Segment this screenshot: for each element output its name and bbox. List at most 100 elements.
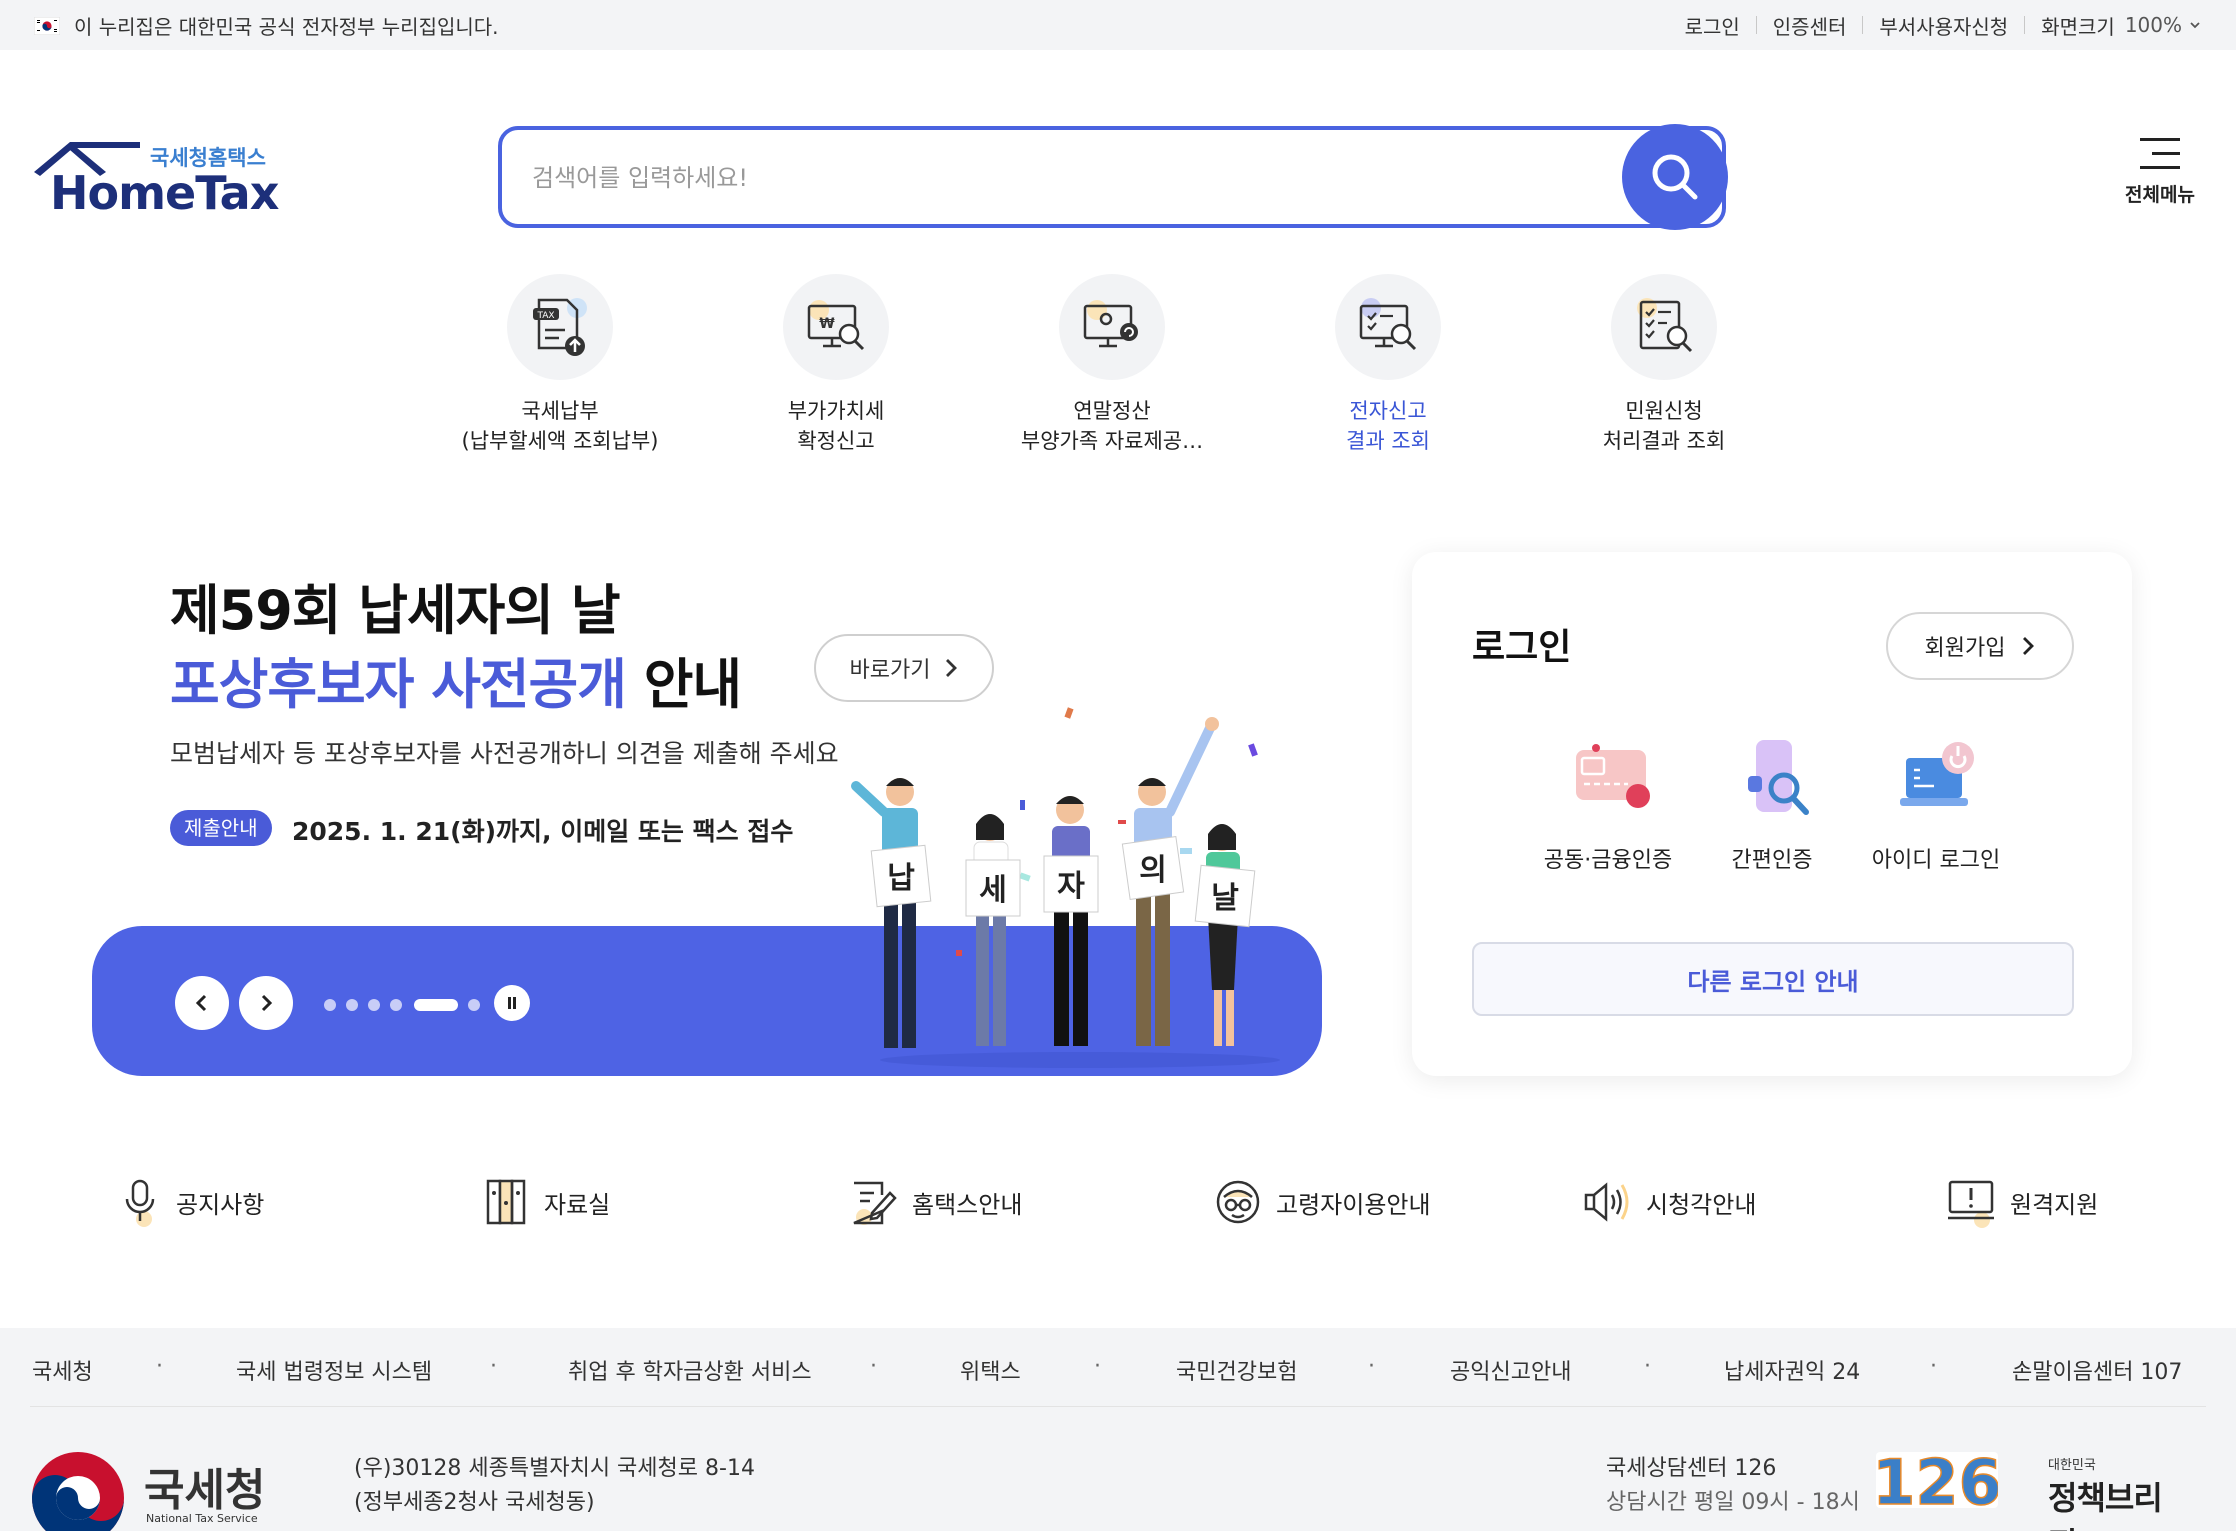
shortcut-label: 고령자이용안내 <box>1276 1190 1431 1219</box>
footer-link[interactable]: 국세청 <box>32 1354 93 1386</box>
join-label: 회원가입 <box>1924 636 2006 661</box>
shortcut-guide[interactable]: 홈택스안내 <box>850 1172 1022 1232</box>
auth-label: 아이디 로그인 <box>1871 848 2001 873</box>
slide-dot[interactable] <box>390 999 402 1011</box>
sign-char: 세 <box>979 873 1007 908</box>
banner-prev-button[interactable] <box>175 976 229 1030</box>
submit-badge: 제출안내 <box>170 810 272 846</box>
divider <box>1862 16 1864 34</box>
banner-title: 제59회 납세자의 날 <box>170 579 621 642</box>
submit-deadline: 2025. 1. 21(화)까지, 이메일 또는 팩스 접수 <box>292 817 794 846</box>
pause-icon <box>508 997 516 1009</box>
slide-dot[interactable] <box>324 999 336 1011</box>
banner-pause-button[interactable] <box>494 985 530 1021</box>
search-icon <box>1652 154 1698 200</box>
policy-briefing-logo[interactable]: 대한민국 정책브리핑 <box>2048 1454 2188 1531</box>
footer-link[interactable]: 국민건강보험 <box>1176 1354 1297 1386</box>
quick-menu-label: 민원신청 <box>1625 399 1703 423</box>
quick-menu-e-filing[interactable]: 전자신고 결과 조회 <box>1258 274 1518 456</box>
search-box <box>498 126 1726 228</box>
banner-title-accent: 포상후보자 사전공개 <box>170 653 627 716</box>
hometax-logo[interactable]: 국세청홈택스 HomeTax <box>30 138 280 228</box>
nts-emblem-icon <box>32 1452 124 1531</box>
shortcut-label: 공지사항 <box>176 1190 265 1219</box>
footer-link[interactable]: 취업 후 학자금상환 서비스 <box>568 1354 812 1386</box>
quick-menu-vat[interactable]: ₩ 부가가치세 확정신고 <box>706 274 966 456</box>
footer-divider <box>30 1406 2206 1407</box>
all-menu-button[interactable]: 전체메뉴 <box>2110 138 2210 207</box>
zoom-control[interactable]: 화면크기 100% <box>2041 11 2202 40</box>
policy-small-label: 대한민국 <box>2048 1458 2096 1473</box>
year-end-settlement-icon <box>1059 274 1165 380</box>
divider <box>2024 16 2026 34</box>
tax-payment-icon: TAX <box>507 274 613 380</box>
nts-logo[interactable]: 국세청 National Tax Service <box>30 1450 270 1531</box>
quick-menu-civil[interactable]: 민원신청 처리결과 조회 <box>1534 274 1794 456</box>
quick-menu-label: 부가가치세 <box>787 399 885 423</box>
logo-126-icon[interactable]: 126 <box>1876 1448 1998 1512</box>
shortcut-label: 자료실 <box>544 1190 611 1219</box>
logo-126-text: 126 <box>1876 1448 1998 1512</box>
footer-address: (우)30128 세종특별자치시 국세청로 8-14 (정부세종2청사 국세청동… <box>354 1452 755 1520</box>
divider <box>1755 16 1757 34</box>
shortcut-label: 시청각안내 <box>1646 1190 1757 1219</box>
sign-char: 납 <box>887 861 915 896</box>
search-input[interactable] <box>532 158 1532 198</box>
other-login-button[interactable]: 다른 로그인 안내 <box>1472 942 2074 1016</box>
cert-center-link[interactable]: 인증센터 <box>1773 11 1847 40</box>
footer-related-links: 국세청 · 국세 법령정보 시스템 · 취업 후 학자금상환 서비스 · 위택스… <box>0 1328 2236 1408</box>
all-menu-label: 전체메뉴 <box>2125 184 2195 206</box>
speaker-icon <box>1584 1182 1629 1222</box>
join-button[interactable]: 회원가입 <box>1886 612 2074 680</box>
dept-user-link[interactable]: 부서사용자신청 <box>1879 11 2008 40</box>
slide-dot-active[interactable] <box>414 999 458 1011</box>
svg-text:₩: ₩ <box>819 316 835 332</box>
quick-menu-label: 전자신고 <box>1349 399 1427 423</box>
shortcut-audiovisual[interactable]: 시청각안내 <box>1582 1172 1756 1232</box>
quick-menu-year-end[interactable]: 연말정산 부양가족 자료제공… <box>982 274 1242 456</box>
footer-link[interactable]: 납세자권익 24 <box>1724 1354 1860 1386</box>
footer-link[interactable]: 손말이음센터 107 <box>2012 1354 2182 1386</box>
shortcut-remote-support[interactable]: 원격지원 <box>1946 1172 2098 1232</box>
quick-menu-tax-payment[interactable]: TAX 국세납부 (납부할세액 조회납부) <box>430 274 690 456</box>
id-login-button[interactable]: 아이디 로그인 <box>1836 736 2036 874</box>
consult-center-info: 국세상담센터 126 상담시간 평일 09시 - 18시 <box>1606 1452 1860 1520</box>
quick-menu-sublabel: 처리결과 조회 <box>1602 429 1726 453</box>
chevron-right-icon <box>2023 637 2035 655</box>
search-button[interactable] <box>1622 124 1728 230</box>
shortcut-senior[interactable]: 고령자이용안내 <box>1214 1172 1431 1232</box>
banner-next-button[interactable] <box>239 976 293 1030</box>
footer-link[interactable]: 국세 법령정보 시스템 <box>236 1354 432 1386</box>
guide-icon <box>853 1181 897 1225</box>
shortcut-notice[interactable]: 공지사항 <box>120 1172 264 1232</box>
footer-link-separator: · <box>1930 1354 1937 1379</box>
footer-link-separator: · <box>490 1354 497 1379</box>
id-login-icon <box>1886 736 1986 820</box>
login-link[interactable]: 로그인 <box>1685 11 1740 40</box>
civil-petition-icon <box>1611 274 1717 380</box>
slide-dot[interactable] <box>346 999 358 1011</box>
shortcut-label: 홈택스안내 <box>912 1190 1023 1219</box>
banner-goto-button[interactable]: 바로가기 <box>814 634 994 702</box>
shortcut-label: 원격지원 <box>2010 1190 2099 1219</box>
chevron-down-icon <box>2190 22 2200 29</box>
gov-utility-links: 로그인 인증센터 부서사용자신청 화면크기 100% <box>1685 10 2202 40</box>
policy-big-label: 정책브리핑 <box>2048 1479 2163 1531</box>
address-line: (정부세종2청사 국세청동) <box>354 1490 595 1515</box>
slide-dot[interactable] <box>468 999 480 1011</box>
shortcut-archive[interactable]: 자료실 <box>484 1172 610 1232</box>
slide-dot[interactable] <box>368 999 380 1011</box>
banner-description: 모범납세자 등 포상후보자를 사전공개하니 의견을 제출해 주세요 <box>170 739 839 768</box>
login-title: 로그인 <box>1472 627 1572 668</box>
footer-link-separator: · <box>1644 1354 1651 1379</box>
footer-link[interactable]: 위택스 <box>960 1354 1021 1386</box>
footer-link-separator: · <box>1368 1354 1375 1379</box>
footer-link[interactable]: 공익신고안내 <box>1450 1354 1571 1386</box>
svg-text:TAX: TAX <box>536 311 554 321</box>
gov-notice-bar: 이 누리집은 대한민국 공식 전자정부 누리집입니다. 로그인 인증센터 부서사… <box>0 0 2236 50</box>
footer-link-separator: · <box>1094 1354 1101 1379</box>
e-filing-result-icon <box>1335 274 1441 380</box>
hamburger-icon <box>2140 138 2180 169</box>
logo-wordmark: HomeTax <box>50 166 279 220</box>
gov-notice-text: 이 누리집은 대한민국 공식 전자정부 누리집입니다. <box>74 14 499 39</box>
